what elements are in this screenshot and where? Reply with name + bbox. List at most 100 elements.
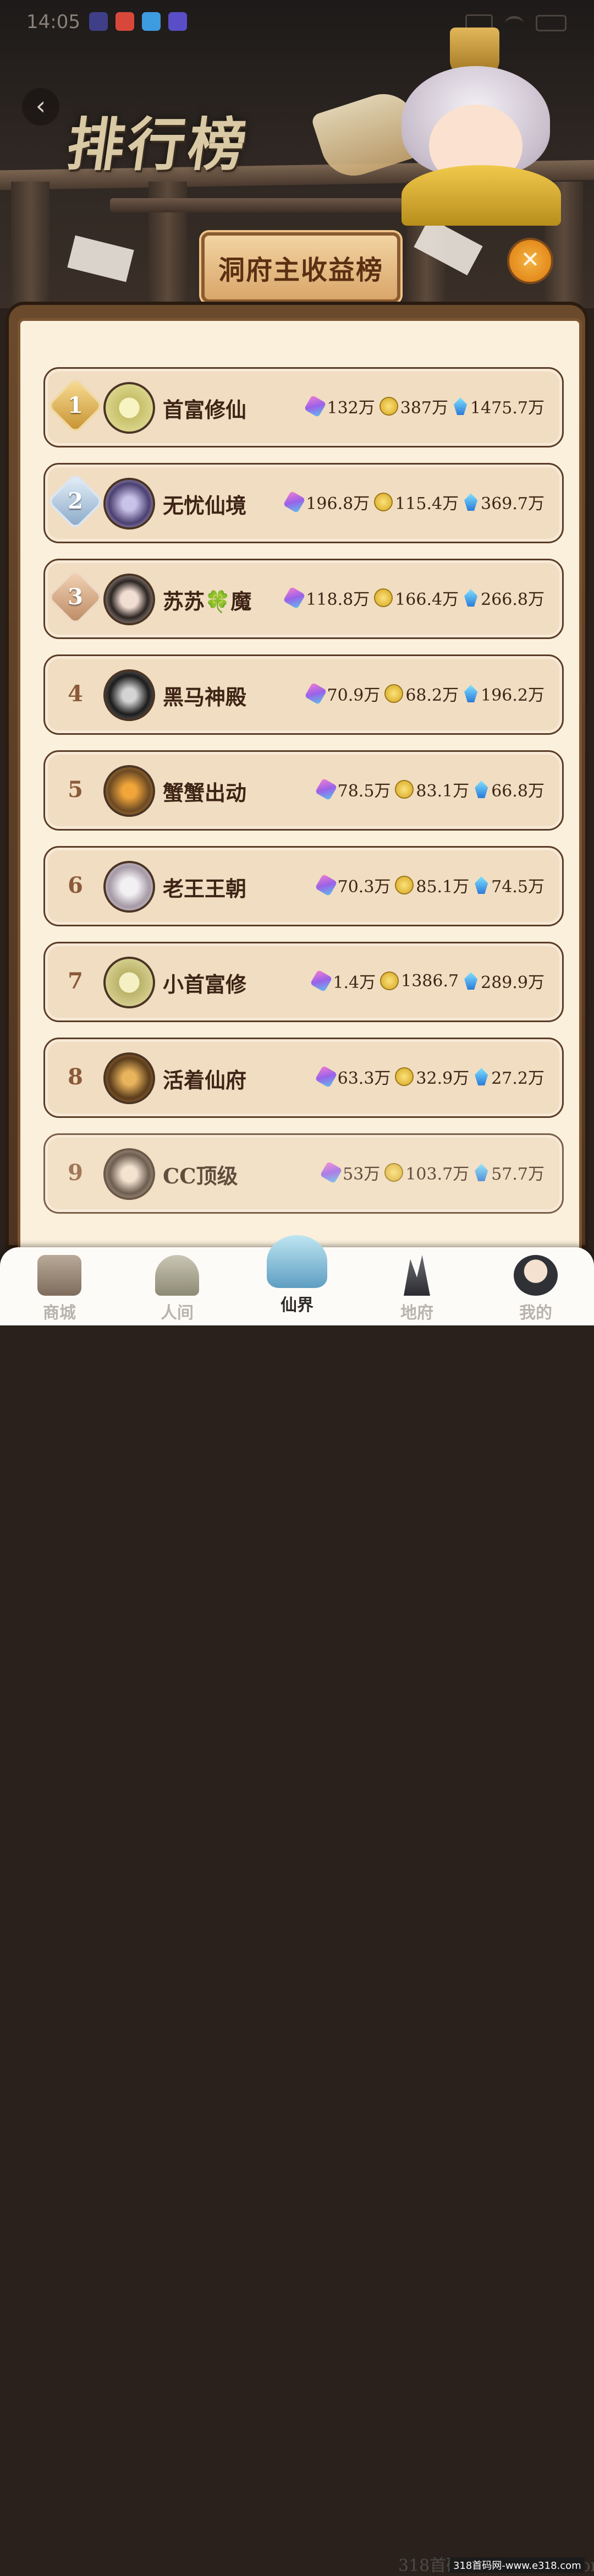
status-time: 14:05 — [26, 11, 80, 33]
coin-value: 32.9万 — [416, 1069, 470, 1088]
user-avatar[interactable] — [103, 861, 155, 913]
nav-underworld-label: 地府 — [400, 1303, 433, 1323]
income-stats: 78.5万 83.1万 66.8万 — [315, 777, 547, 801]
username: 蟹蟹出动 — [163, 776, 246, 806]
rank-number: 6 — [68, 872, 83, 898]
gem-value: 70.9万 — [327, 686, 381, 705]
rank-number: 4 — [68, 681, 83, 707]
crystal-icon — [454, 397, 468, 415]
rank-number: 1 — [68, 392, 83, 418]
blue-app-icon — [142, 12, 161, 31]
gem-icon — [315, 778, 338, 801]
rank-row[interactable]: 2 无忧仙境 196.8万 115.4万 369.7万 — [43, 463, 564, 543]
hall-pillar — [11, 182, 50, 308]
coin-icon — [386, 685, 403, 702]
income-stats: 53万 103.7万 57.7万 — [320, 1160, 547, 1185]
crystal-value: 27.2万 — [491, 1069, 544, 1088]
dark-spire-icon — [404, 1255, 430, 1296]
rank-row[interactable]: 6 老王王朝 70.3万 85.1万 74.5万 — [43, 846, 564, 926]
crystal-value: 57.7万 — [491, 1165, 544, 1184]
nav-human[interactable]: 人间 — [139, 1255, 216, 1323]
rank-row[interactable]: 1 首富修仙 132万 387万 1475.7万 — [43, 367, 564, 447]
user-avatar[interactable] — [103, 1052, 155, 1104]
user-avatar[interactable] — [103, 1148, 155, 1200]
nav-shop-label: 商城 — [43, 1303, 76, 1323]
coin-icon — [396, 1068, 413, 1085]
user-avatar[interactable] — [103, 478, 155, 530]
mascot-robe — [402, 165, 561, 226]
username-suffix: 魔 — [230, 589, 252, 614]
status-app-icons — [89, 12, 187, 31]
rank-number: 2 — [68, 488, 83, 514]
username: 活着仙府 — [163, 1063, 246, 1094]
username: CC顶级 — [163, 1159, 238, 1189]
chevron-left-icon: ‹ — [35, 91, 46, 121]
parchment-panel: 1 首富修仙 132万 387万 1475.7万 2 无忧仙境 196.8万 115.4万 369… — [18, 318, 582, 1254]
income-stats: 70.3万 85.1万 74.5万 — [315, 873, 547, 897]
coin-value: 1386.7 — [401, 971, 459, 991]
rank-row[interactable]: 4 黑马神殿 70.9万 68.2万 196.2万 — [43, 654, 564, 735]
username-text: 苏苏 — [163, 589, 205, 614]
income-stats: 63.3万 32.9万 27.2万 — [315, 1065, 547, 1089]
crystal-value: 66.8万 — [491, 782, 544, 801]
user-avatar[interactable] — [103, 765, 155, 817]
play-app-icon — [89, 12, 108, 31]
user-avatar[interactable] — [103, 669, 155, 721]
username-text: 活着仙府 — [163, 1068, 247, 1093]
back-button[interactable]: ‹ — [22, 88, 59, 125]
crystal-value: 74.5万 — [491, 877, 544, 897]
rank-number: 8 — [68, 1064, 83, 1090]
crystal-icon — [475, 1164, 488, 1181]
close-button[interactable]: ✕ — [507, 238, 553, 284]
gem-value: 70.3万 — [337, 877, 391, 897]
shop-pagoda-icon — [37, 1255, 81, 1296]
user-avatar[interactable] — [103, 957, 155, 1008]
username: 黑马神殿 — [163, 680, 246, 711]
rank-row[interactable]: 8 活着仙府 63.3万 32.9万 27.2万 — [43, 1038, 564, 1118]
rank-number: 7 — [68, 968, 83, 994]
username-text: 首富修仙 — [163, 397, 247, 422]
coin-icon — [386, 1164, 403, 1181]
username-text: 老王王朝 — [163, 876, 247, 901]
close-icon: ✕ — [520, 246, 540, 273]
coin-icon — [396, 781, 413, 798]
crystal-icon — [464, 685, 478, 702]
gem-icon — [315, 1065, 338, 1088]
leaderboard-board: 1 首富修仙 132万 387万 1475.7万 2 无忧仙境 196.8万 115.4万 369… — [6, 302, 588, 1254]
rank-row[interactable]: 5 蟹蟹出动 78.5万 83.1万 66.8万 — [43, 750, 564, 831]
mountain-village-icon — [155, 1255, 199, 1296]
nav-underworld[interactable]: 地府 — [378, 1255, 455, 1323]
crystal-value: 196.2万 — [481, 686, 544, 705]
nav-shop[interactable]: 商城 — [21, 1255, 98, 1323]
user-avatar[interactable] — [103, 382, 155, 434]
profile-avatar-icon — [514, 1255, 558, 1296]
username: 小首富修 — [163, 968, 246, 998]
rank-row[interactable]: 7 小首富修 1.4万 1386.7 289.9万 — [43, 942, 564, 1022]
gem-value: 63.3万 — [337, 1069, 391, 1088]
banner-title: 洞府主收益榜 — [218, 255, 383, 286]
coin-value: 115.4万 — [395, 494, 459, 514]
gem-value: 118.8万 — [306, 590, 370, 609]
purple-app-icon — [168, 12, 187, 31]
rank-row[interactable]: 3 苏苏🍀魔 118.8万 166.4万 266.8万 — [43, 559, 564, 639]
coin-value: 166.4万 — [395, 590, 459, 609]
leaderboard-banner: 洞府主收益榜 — [201, 232, 400, 303]
coin-icon — [381, 973, 398, 989]
bottom-nav: 商城 人间 仙界 地府 我的 318首码网www.e318.com 318首码网… — [0, 1235, 594, 2575]
coin-icon — [375, 590, 392, 606]
user-avatar[interactable] — [103, 574, 155, 625]
nav-immortal[interactable]: 仙界 — [258, 1235, 336, 1321]
crystal-icon — [464, 589, 478, 607]
crystal-value: 369.7万 — [481, 494, 544, 514]
crystal-icon — [475, 876, 488, 894]
rank-number: 9 — [68, 1160, 83, 1186]
nav-me[interactable]: 我的 — [497, 1255, 574, 1323]
rank-row[interactable]: 9 CC顶级 53万 103.7万 57.7万 — [43, 1133, 564, 1214]
gem-icon — [310, 969, 333, 992]
username: 老王王朝 — [163, 872, 246, 902]
username-text: 蟹蟹出动 — [163, 781, 247, 805]
gem-value: 196.8万 — [306, 494, 370, 514]
crystal-icon — [464, 972, 478, 990]
crystal-icon — [475, 781, 488, 798]
clover-emoji: 🍀 — [205, 589, 231, 614]
